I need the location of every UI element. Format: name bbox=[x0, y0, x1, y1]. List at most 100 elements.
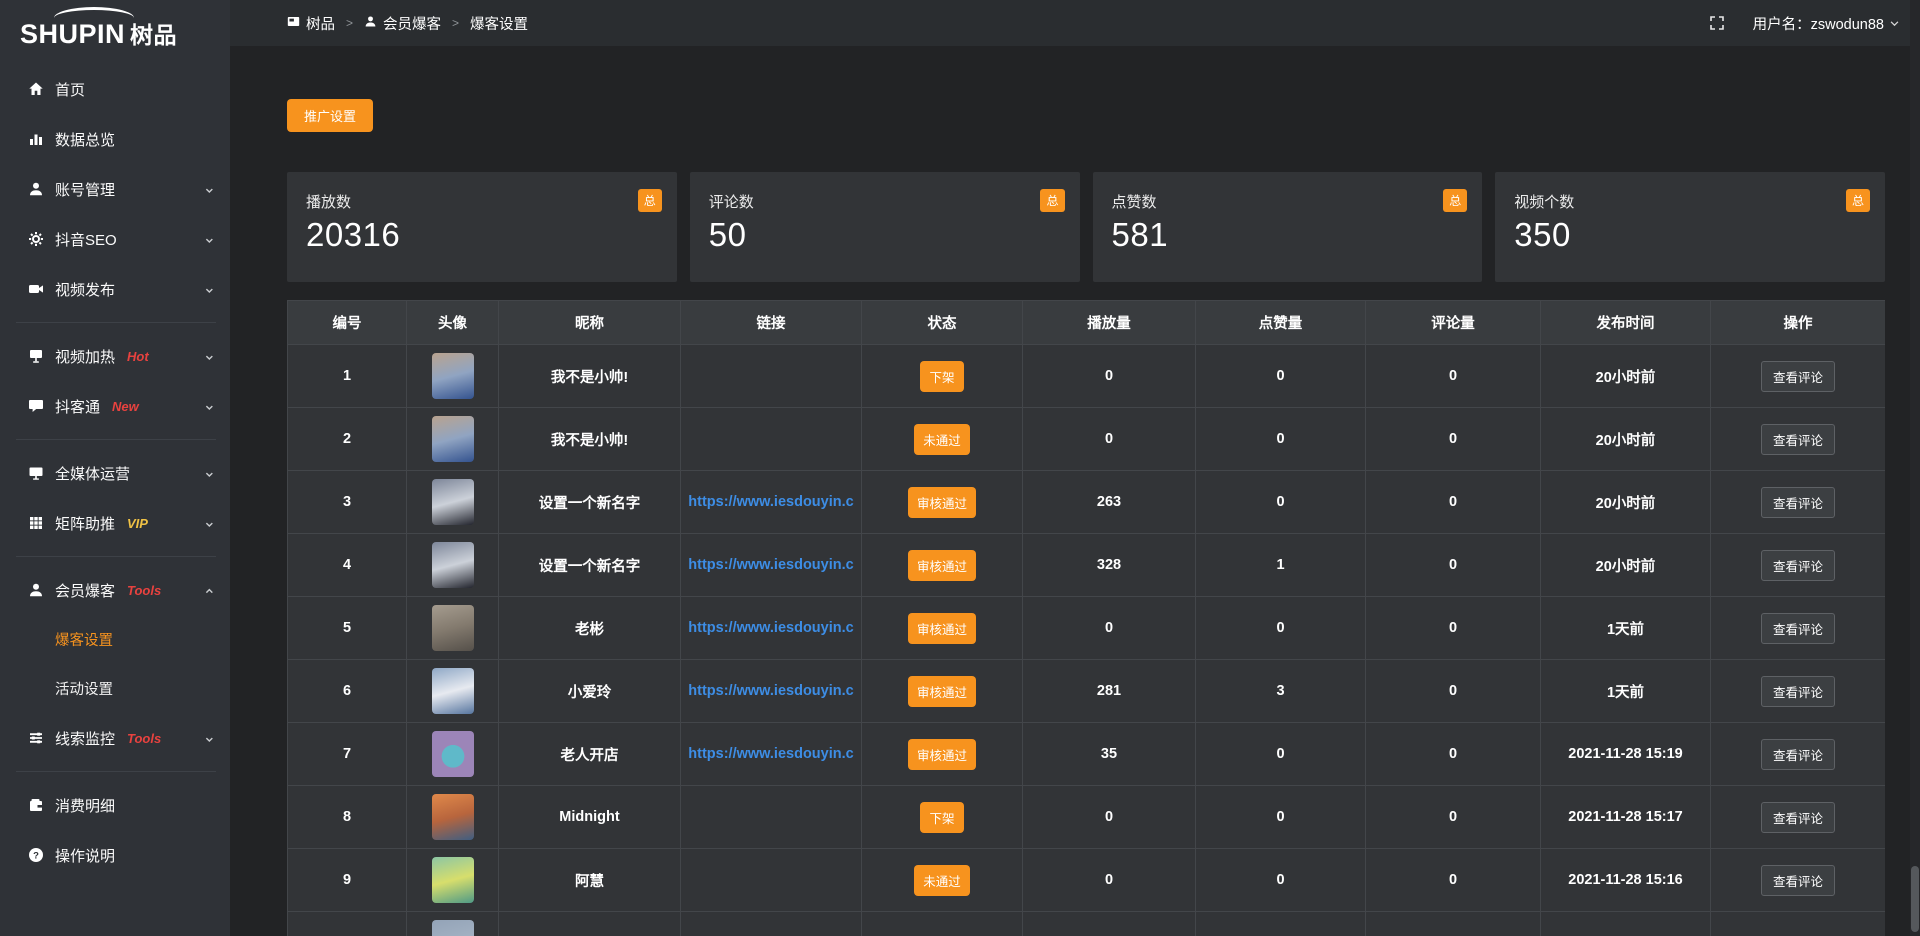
promo-settings-button[interactable]: 推广设置 bbox=[287, 99, 373, 132]
sidebar-item-tag: Hot bbox=[127, 349, 149, 364]
sidebar-item-label: 账号管理 bbox=[55, 179, 115, 200]
breadcrumb-item-shupin[interactable]: 树品 bbox=[287, 13, 335, 34]
view-comments-button[interactable]: 查看评论 bbox=[1761, 487, 1835, 518]
sidebar: SHUPIN树品 首页数据总览账号管理抖音SEO 视频发布视频加热Hot抖客通Ne… bbox=[0, 0, 230, 936]
sidebar-divider bbox=[16, 556, 216, 557]
avatar bbox=[432, 794, 474, 840]
sidebar-item-video-publish[interactable]: 视频发布 bbox=[0, 264, 230, 314]
breadcrumb-label: 会员爆客 bbox=[383, 13, 441, 34]
avatar bbox=[432, 668, 474, 714]
scrollbar-thumb[interactable] bbox=[1911, 866, 1919, 932]
sidebar-subitem-activity-settings[interactable]: 活动设置 bbox=[0, 664, 230, 713]
video-link[interactable]: https://www.iesdouyin.c bbox=[688, 746, 853, 762]
video-link[interactable]: https://www.iesdouyin.c bbox=[688, 557, 853, 573]
status-badge: 审核通过 bbox=[908, 550, 976, 581]
sidebar-menu: 首页数据总览账号管理抖音SEO 视频发布视频加热Hot抖客通New 全媒体运营矩阵助… bbox=[0, 58, 230, 880]
cell-status: 审核通过 bbox=[862, 471, 1023, 534]
view-comments-button[interactable]: 查看评论 bbox=[1761, 613, 1835, 644]
sidebar-divider bbox=[16, 322, 216, 323]
stat-label: 评论数 bbox=[709, 191, 1064, 212]
chevron-down-icon bbox=[203, 351, 214, 362]
video-link[interactable]: https://www.iesdouyin.c bbox=[688, 683, 853, 699]
avatar bbox=[432, 605, 474, 651]
table-row: 7老人开店https://www.iesdouyin.c审核通过35002021… bbox=[288, 723, 1886, 786]
cell-action: 查看评论 bbox=[1711, 849, 1886, 912]
cell-nickname: Midnight bbox=[499, 786, 681, 849]
scrollbar-track bbox=[1910, 0, 1920, 936]
sidebar-item-video-heating[interactable]: 视频加热Hot bbox=[0, 331, 230, 381]
sidebar-item-all-media-operation[interactable]: 全媒体运营 bbox=[0, 448, 230, 498]
sidebar-item-douketong[interactable]: 抖客通New bbox=[0, 381, 230, 431]
cell-avatar bbox=[407, 408, 499, 471]
view-comments-button[interactable]: 查看评论 bbox=[1761, 739, 1835, 770]
status-badge: 审核通过 bbox=[908, 613, 976, 644]
cell-status: 审核通过 bbox=[862, 597, 1023, 660]
stat-label: 播放数 bbox=[306, 191, 661, 212]
cell-time: 20小时前 bbox=[1541, 345, 1711, 408]
view-comments-button[interactable]: 查看评论 bbox=[1761, 424, 1835, 455]
cell-no: 8 bbox=[288, 786, 407, 849]
status-badge: 下架 bbox=[920, 802, 963, 833]
sidebar-item-operation-guide[interactable]: ?操作说明 bbox=[0, 830, 230, 880]
cell-likes: 0 bbox=[1196, 849, 1366, 912]
cell-comments: 0 bbox=[1366, 597, 1541, 660]
fullscreen-icon[interactable] bbox=[1709, 15, 1725, 31]
chat-icon bbox=[27, 397, 45, 415]
user-menu[interactable]: 用户名：zswodun88 bbox=[1753, 13, 1900, 34]
cell-nickname: 老人开店 bbox=[499, 723, 681, 786]
logo[interactable]: SHUPIN树品 bbox=[0, 0, 230, 58]
cell-likes: 0 bbox=[1196, 786, 1366, 849]
cell-nickname: 老彬 bbox=[499, 597, 681, 660]
svg-text:?: ? bbox=[33, 850, 39, 861]
breadcrumb-item-member-baoke[interactable]: 会员爆客 bbox=[364, 13, 441, 34]
sidebar-item-data-overview[interactable]: 数据总览 bbox=[0, 114, 230, 164]
view-comments-button[interactable]: 查看评论 bbox=[1761, 802, 1835, 833]
sidebar-item-clue-monitor[interactable]: 线索监控Tools bbox=[0, 713, 230, 763]
cell-action: 查看评论 bbox=[1711, 660, 1886, 723]
breadcrumb-label: 树品 bbox=[306, 13, 335, 34]
chevron-down-icon bbox=[203, 733, 214, 744]
view-comments-button[interactable]: 查看评论 bbox=[1761, 676, 1835, 707]
sidebar-subitem-baoke-settings[interactable]: 爆客设置 bbox=[0, 615, 230, 664]
sidebar-item-douyin-seo[interactable]: 抖音SEO bbox=[0, 214, 230, 264]
cell-likes: 1 bbox=[1196, 534, 1366, 597]
cell-status: 审核通过 bbox=[862, 660, 1023, 723]
main-area: 树品>会员爆客>爆客设置 用户名：zswodun88 推广设置 播放数20316… bbox=[230, 0, 1920, 936]
sidebar-item-consume-detail[interactable]: 消费明细 bbox=[0, 780, 230, 830]
sidebar-subitem-label: 爆客设置 bbox=[55, 629, 113, 650]
sidebar-item-account-management[interactable]: 账号管理 bbox=[0, 164, 230, 214]
sliders-icon bbox=[27, 729, 45, 747]
column-header: 评论量 bbox=[1366, 301, 1541, 345]
chevron-down-icon bbox=[203, 468, 214, 479]
chevron-down-icon bbox=[203, 401, 214, 412]
total-badge: 总 bbox=[1846, 189, 1870, 212]
status-badge: 未通过 bbox=[914, 865, 970, 896]
cell-avatar bbox=[407, 534, 499, 597]
sidebar-divider bbox=[16, 439, 216, 440]
video-link[interactable]: https://www.iesdouyin.c bbox=[688, 620, 853, 636]
sidebar-item-label: 抖音SEO bbox=[55, 229, 117, 250]
view-comments-button[interactable]: 查看评论 bbox=[1761, 550, 1835, 581]
sidebar-item-home[interactable]: 首页 bbox=[0, 64, 230, 114]
cell-avatar bbox=[407, 786, 499, 849]
sidebar-item-member-baoke[interactable]: 会员爆客Tools bbox=[0, 565, 230, 615]
topbar: 树品>会员爆客>爆客设置 用户名：zswodun88 bbox=[230, 0, 1920, 46]
column-header: 链接 bbox=[681, 301, 862, 345]
video-link[interactable]: https://www.iesdouyin.c bbox=[688, 494, 853, 510]
logo-brand: SHUPIN bbox=[20, 19, 125, 49]
user-icon bbox=[27, 180, 45, 198]
view-comments-button[interactable]: 查看评论 bbox=[1761, 361, 1835, 392]
chart-icon bbox=[27, 130, 45, 148]
cell-avatar bbox=[407, 345, 499, 408]
column-header: 状态 bbox=[862, 301, 1023, 345]
sidebar-item-label: 首页 bbox=[55, 79, 85, 100]
cell-comments bbox=[1366, 912, 1541, 936]
cell-action: 查看评论 bbox=[1711, 786, 1886, 849]
sidebar-item-matrix-boost[interactable]: 矩阵助推VIP bbox=[0, 498, 230, 548]
breadcrumb-item-baoke-settings: 爆客设置 bbox=[470, 13, 528, 34]
cell-likes: 0 bbox=[1196, 723, 1366, 786]
breadcrumb-separator: > bbox=[452, 16, 459, 30]
table-header-row: 编号头像昵称链接状态播放量点赞量评论量发布时间操作 bbox=[288, 301, 1886, 345]
stat-value: 350 bbox=[1514, 216, 1869, 254]
view-comments-button[interactable]: 查看评论 bbox=[1761, 865, 1835, 896]
